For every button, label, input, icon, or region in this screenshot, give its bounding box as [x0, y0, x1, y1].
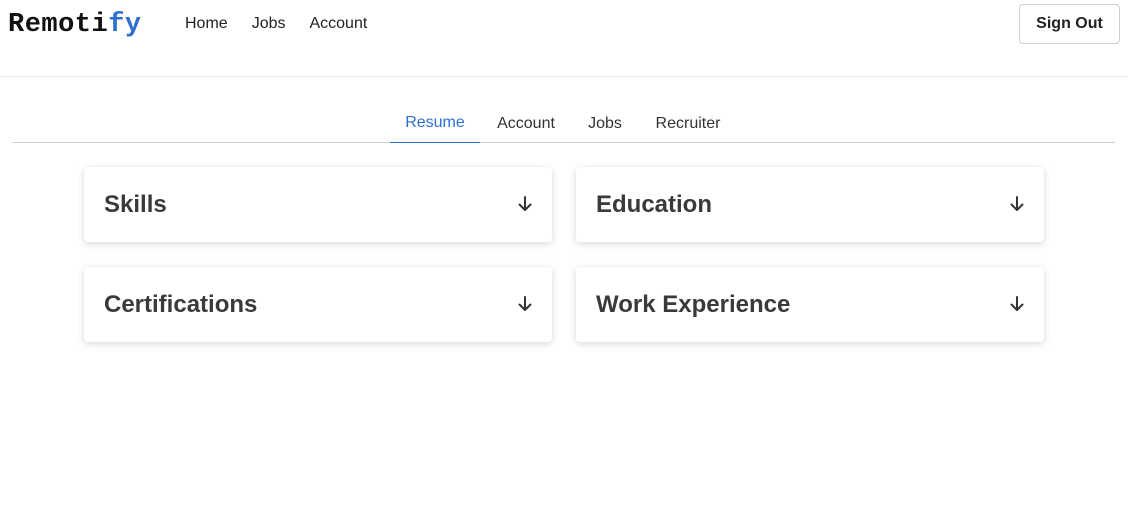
logo[interactable]: Remotify	[8, 10, 142, 40]
nav-link-account[interactable]: Account	[309, 15, 367, 33]
logo-text-accent: fy	[108, 10, 142, 40]
certifications-section-title: Certifications	[104, 291, 258, 318]
nav-link-home[interactable]: Home	[185, 15, 228, 33]
skills-section-title: Skills	[104, 191, 167, 218]
work-experience-section-card[interactable]: Work Experience	[576, 267, 1044, 342]
education-section-card[interactable]: Education	[576, 167, 1044, 242]
arrow-down-icon[interactable]	[516, 195, 534, 213]
certifications-section-card[interactable]: Certifications	[84, 267, 552, 342]
arrow-down-icon[interactable]	[1008, 195, 1026, 213]
logo-text-main: Remoti	[8, 10, 109, 40]
arrow-down-icon[interactable]	[1008, 295, 1026, 313]
main-nav: Home Jobs Account	[185, 15, 367, 33]
tab-account[interactable]: Account	[488, 104, 564, 143]
profile-tabs: Resume Account Jobs Recruiter	[12, 104, 1115, 143]
work-experience-section-title: Work Experience	[596, 291, 791, 318]
tab-recruiter[interactable]: Recruiter	[648, 104, 728, 143]
tab-resume[interactable]: Resume	[390, 104, 480, 143]
arrow-down-icon[interactable]	[516, 295, 534, 313]
tab-jobs[interactable]: Jobs	[580, 104, 630, 143]
sign-out-button[interactable]: Sign Out	[1019, 4, 1120, 44]
nav-link-jobs[interactable]: Jobs	[252, 15, 286, 33]
top-navbar: Remotify Home Jobs Account Sign Out	[0, 0, 1128, 77]
education-section-title: Education	[596, 191, 713, 218]
skills-section-card[interactable]: Skills	[84, 167, 552, 242]
